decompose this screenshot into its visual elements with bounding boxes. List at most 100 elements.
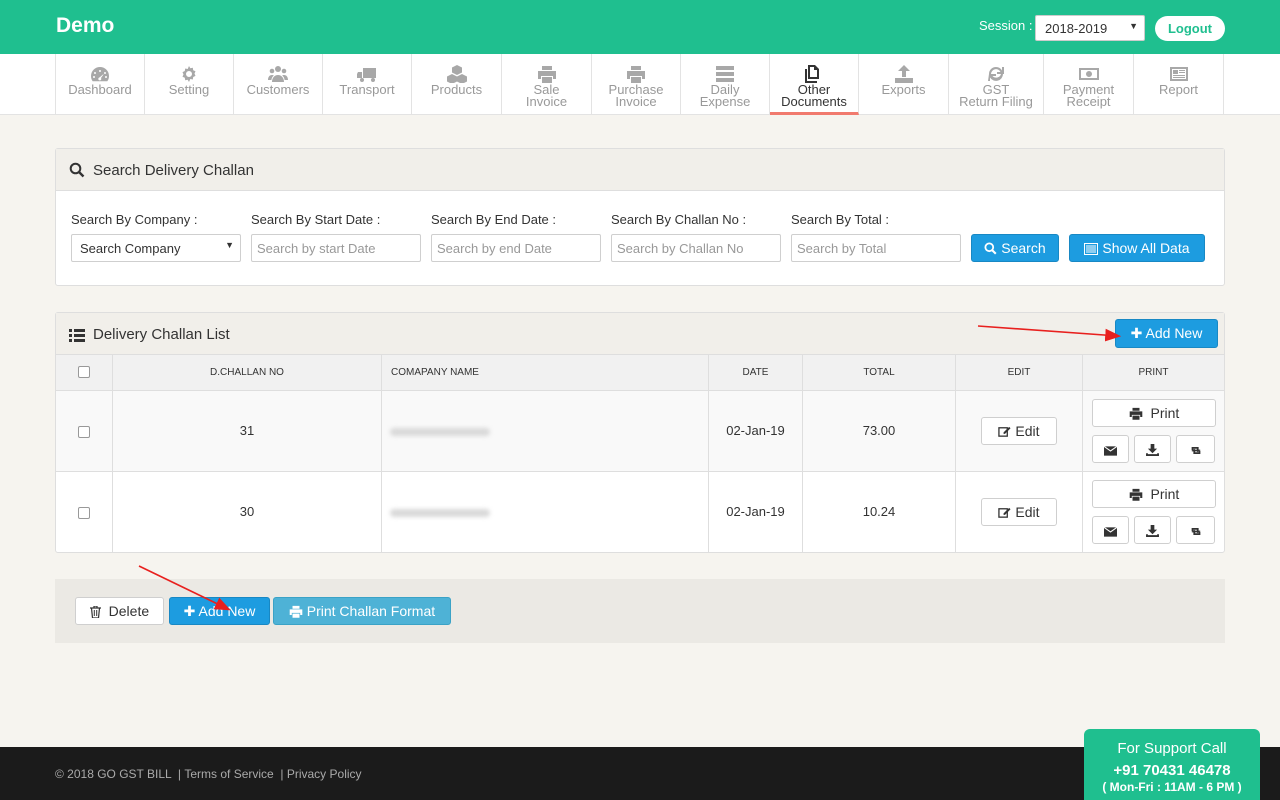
add-new-button-bottom[interactable]: ✚ Add New [169,597,270,625]
start-date-input[interactable]: Search by start Date [251,234,421,262]
challan-list-header: Delivery Challan List [56,313,1224,355]
users-icon [234,54,322,84]
nav-item-purchase-invoice[interactable]: Purchase Invoice [592,54,681,115]
email-button[interactable] [1092,435,1129,463]
show-all-data-label: Show All Data [1102,240,1190,256]
edit-button[interactable]: Edit [981,498,1057,526]
delete-label: Delete [108,603,150,619]
nav-label: Dashboard [68,82,132,97]
copyright-text: © 2018 GO GST BILL [55,767,172,781]
plus-icon: ✚ [1130,325,1143,341]
end-date-label: Search By End Date : [431,212,557,227]
challan-no-input[interactable]: Search by Challan No [611,234,781,262]
retweet-icon [1191,447,1200,454]
column-header[interactable]: TOTAL [803,355,956,391]
nav-label: Exports [881,82,926,97]
terms-link[interactable]: Terms of Service [184,767,273,781]
add-new-label: Add New [198,603,256,619]
chevron-down-icon: ▼ [1129,21,1138,31]
row-checkbox[interactable] [78,425,90,438]
nav-label: Transport [339,82,395,97]
search-panel-title: Search Delivery Challan [93,162,254,179]
search-panel: Search Delivery Challan Search By Compan… [55,148,1225,286]
challan-no-label: Search By Challan No : [611,212,747,227]
select-all-checkbox[interactable] [78,366,90,379]
column-header[interactable]: DATE [709,355,803,391]
company-select-value: Search Company [80,241,181,256]
session-select[interactable]: 2018-2019 ▼ [1035,15,1145,41]
nav-item-products[interactable]: Products [412,54,502,115]
add-new-button-top[interactable]: ✚ Add New [1115,319,1218,348]
nav-item-report[interactable]: Report [1134,54,1224,115]
bulk-action-bar: Delete ✚ Add New Print Challan Format [55,579,1225,643]
convert-button[interactable] [1176,435,1215,463]
session-value: 2018-2019 [1045,21,1108,36]
support-box: For Support Call +91 70431 46478 ( Mon-F… [1084,729,1260,800]
nav-item-transport[interactable]: Transport [323,54,412,115]
column-header[interactable]: COMAPANY NAME [382,355,709,391]
nav-label: Other Documents [781,82,847,109]
envelope-icon [1103,445,1118,456]
print-challan-format-button[interactable]: Print Challan Format [273,597,451,625]
email-button[interactable] [1092,516,1129,544]
printer-icon [1129,488,1143,501]
nav-item-customers[interactable]: Customers [234,54,323,115]
download-button[interactable] [1134,516,1171,544]
newspaper-icon [1134,54,1223,84]
total-label: Search By Total : [791,212,890,227]
printer-icon [1129,407,1143,420]
edit-label: Edit [1015,504,1040,520]
nav-item-other-documents[interactable]: Other Documents [770,54,859,115]
nav-item-exports[interactable]: Exports [859,54,949,115]
nav-item-setting[interactable]: Setting [145,54,234,115]
nav-label: Products [430,82,483,97]
row-checkbox[interactable] [78,506,90,519]
search-icon [984,242,997,255]
search-button[interactable]: Search [971,234,1059,262]
documents-icon [770,54,858,84]
total-input[interactable]: Search by Total [791,234,961,262]
support-hours: ( Mon-Fri : 11AM - 6 PM ) [1102,780,1242,794]
nav-label: Daily Expense [699,82,751,109]
delete-button[interactable]: Delete [75,597,164,625]
date-cell: 02-Jan-19 [709,391,803,471]
nav-item-payment-receipt[interactable]: Payment Receipt [1044,54,1134,115]
row-select-cell [56,472,113,552]
print-label: Print [1150,486,1180,502]
print-button[interactable]: Print [1092,480,1216,508]
privacy-link[interactable]: Privacy Policy [287,767,362,781]
convert-button[interactable] [1176,516,1215,544]
chevron-down-icon: ▼ [225,240,234,250]
column-header[interactable]: D.CHALLAN NO [113,355,382,391]
support-phone: +91 70431 46478 [1113,762,1231,779]
nav-item-gst-return-filing[interactable]: GST Return Filing [949,54,1044,115]
company-select[interactable]: Search Company ▼ [71,234,241,262]
list-icon [1084,243,1099,255]
download-button[interactable] [1134,435,1171,463]
company-name-cell [382,472,709,552]
edit-button[interactable]: Edit [981,417,1057,445]
blurred-company-name [390,508,490,517]
money-icon [1044,54,1133,84]
print-label: Print [1150,405,1180,421]
column-header: PRINT [1138,367,1169,378]
table-row: 30 02-Jan-19 10.24 Edit Print [56,472,1224,553]
end-date-input[interactable]: Search by end Date [431,234,601,262]
print-button[interactable]: Print [1092,399,1216,427]
nav-item-dashboard[interactable]: Dashboard [55,54,145,115]
printer-icon [502,54,591,84]
printer-icon [289,605,303,618]
challan-no-cell: 31 [113,391,382,471]
cubes-icon [412,54,501,84]
nav-label: GST Return Filing [959,82,1033,109]
trash-icon [89,605,101,619]
logout-button[interactable]: Logout [1155,16,1225,41]
select-all-cell [56,355,113,391]
company-label: Search By Company : [71,212,198,227]
footer-links: © 2018 GO GST BILL | Terms of Service | … [55,767,362,781]
nav-item-sale-invoice[interactable]: Sale Invoice [502,54,592,115]
show-all-data-button[interactable]: Show All Data [1069,234,1205,262]
nav-label: Sale Invoice [525,82,568,109]
main-nav: Dashboard Setting Customers Transport Pr… [0,54,1280,115]
nav-item-daily-expense[interactable]: Daily Expense [681,54,770,115]
